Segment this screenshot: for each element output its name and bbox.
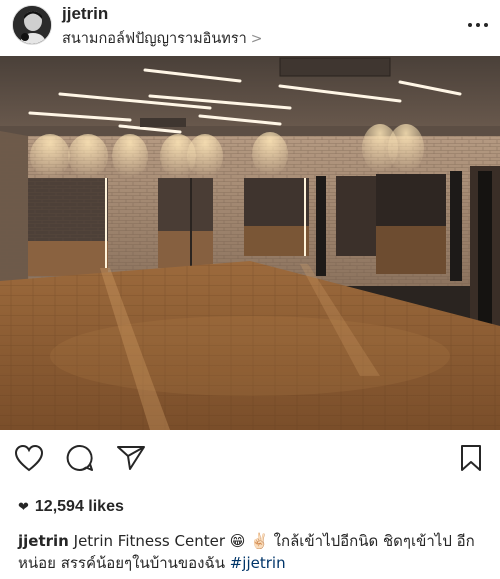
post-photo[interactable] [0,56,500,430]
dot [476,23,480,27]
comment-icon[interactable] [66,444,94,477]
heart-filled-icon: ❤ [18,499,29,514]
avatar-image [13,6,51,44]
caption-username[interactable]: jjetrin [18,532,69,550]
bookmark-icon[interactable] [460,444,482,477]
post-location[interactable]: สนามกอล์ฟปัญญารามอินทรา > [62,27,263,50]
send-icon[interactable] [116,444,146,477]
likes-text[interactable]: 12,594 likes [35,498,124,515]
hashtag-link[interactable]: #jjetrin [230,554,286,572]
location-text[interactable]: สนามกอล์ฟปัญญารามอินทรา [62,31,247,47]
fitness-room-image [0,56,500,430]
avatar[interactable] [12,5,52,45]
post-header: jjetrin สนามกอล์ฟปัญญารามอินทรา > [0,0,500,55]
likes-count[interactable]: ❤ 12,594 likes [18,498,124,516]
dot [484,23,488,27]
action-bar [0,440,500,480]
post-caption: jjetrin Jetrin Fitness Center 😁 ✌🏻 ใกล้เ… [18,530,488,574]
heart-icon[interactable] [14,444,44,477]
caption-text: Jetrin Fitness Center [73,532,225,550]
victory-hand-emoji: ✌🏻 [250,532,269,550]
more-dots-icon[interactable] [468,18,488,32]
chevron-right-icon: > [250,31,263,47]
post-username[interactable]: jjetrin [62,4,108,24]
dot [468,23,472,27]
caption-thai-1: ใกล้เข้าไปอีกนิด ชิดๆเข้าไป [273,532,452,550]
grin-emoji: 😁 [229,532,246,550]
